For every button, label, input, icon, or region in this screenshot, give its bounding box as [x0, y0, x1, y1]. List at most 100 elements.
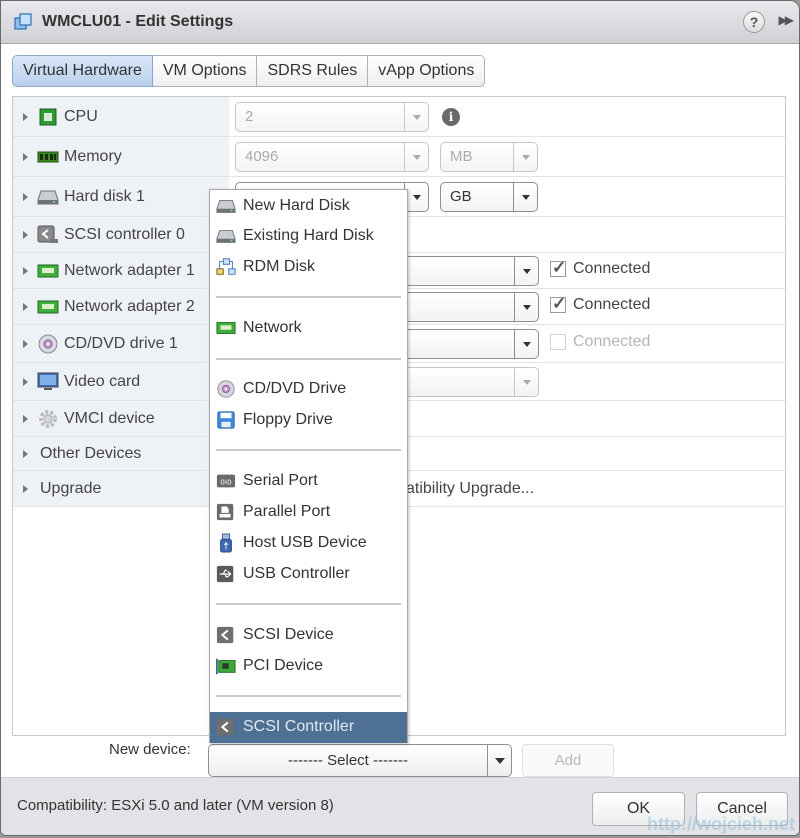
chevron-down-icon[interactable] [404, 143, 428, 171]
connected-label: Connected [573, 260, 651, 277]
dialog-title: WMCLU01 - Edit Settings [42, 13, 234, 30]
info-icon[interactable]: i [442, 108, 460, 126]
menu-item-existing-hard-disk[interactable]: Existing Hard Disk [210, 221, 407, 251]
hardware-row-memory: Memory 4096 MB [13, 137, 785, 177]
row-label[interactable]: Upgrade [13, 471, 229, 506]
expand-arrow-icon[interactable] [23, 449, 28, 458]
gear-icon [39, 409, 57, 428]
expand-arrow-icon[interactable] [23, 192, 28, 201]
scsi-icon [216, 718, 234, 736]
row-label[interactable]: Network adapter 1 [13, 253, 229, 288]
menu-item-parallel-port[interactable]: Parallel Port [210, 497, 407, 527]
hard-disk-unit-select[interactable]: GB [440, 182, 538, 212]
menu-item-network[interactable]: Network [210, 313, 407, 343]
chevron-down-icon[interactable] [514, 330, 538, 358]
watermark-text: http://wojcieh.net [647, 814, 795, 834]
row-label[interactable]: Other Devices [13, 437, 229, 470]
expand-arrow-icon[interactable] [23, 339, 28, 348]
chevron-down-icon[interactable] [513, 143, 537, 171]
menu-item-scsi-controller[interactable]: SCSI Controller [210, 712, 407, 743]
tab-sdrs-rules[interactable]: SDRS Rules [257, 55, 369, 87]
upgrade-label: Upgrade [40, 479, 102, 497]
row-label[interactable]: Hard disk 1 [13, 177, 229, 216]
menu-item-new-hard-disk[interactable]: New Hard Disk [210, 191, 407, 221]
menu-item-host-usb-device[interactable]: Host USB Device [210, 528, 407, 558]
network-2-connected-checkbox[interactable] [550, 294, 566, 314]
menu-item-pci-device[interactable]: PCI Device [210, 651, 407, 681]
menu-item-label: Floppy Drive [243, 411, 333, 428]
menu-item-label: SCSI Controller [243, 718, 355, 735]
cd-dvd-connected-checkbox[interactable] [550, 334, 566, 350]
network-1-connected-checkbox[interactable] [550, 258, 566, 278]
memory-label: Memory [64, 147, 122, 165]
expand-icon[interactable]: ▶▶ [779, 13, 795, 27]
video-card-label: Video card [64, 372, 141, 390]
menu-item-label: RDM Disk [243, 258, 315, 275]
tab-vm-options[interactable]: VM Options [152, 55, 258, 87]
row-label[interactable]: CD/DVD drive 1 [13, 325, 229, 362]
memory-unit: MB [450, 148, 473, 165]
expand-arrow-icon[interactable] [23, 112, 28, 121]
expand-arrow-icon[interactable] [23, 484, 28, 493]
row-label[interactable]: Network adapter 2 [13, 289, 229, 324]
chevron-down-icon[interactable] [514, 257, 538, 285]
chevron-down-icon[interactable] [404, 103, 428, 131]
menu-item-usb-controller[interactable]: USB Controller [210, 559, 407, 589]
row-label[interactable]: Memory [13, 137, 229, 176]
add-button[interactable]: Add [522, 744, 614, 777]
row-label[interactable]: SCSI controller 0 [13, 217, 229, 252]
expand-arrow-icon[interactable] [23, 377, 28, 386]
menu-item-cd-dvd-drive[interactable]: CD/DVD Drive [210, 374, 407, 404]
network-adapter-icon [37, 300, 59, 313]
cd-dvd-icon [217, 380, 235, 398]
help-icon[interactable]: ? [743, 11, 765, 33]
menu-item-label: CD/DVD Drive [243, 380, 347, 397]
edit-settings-dialog: WMCLU01 - Edit Settings ? ▶▶ Virtual Har… [0, 0, 800, 836]
memory-unit-select[interactable]: MB [440, 142, 538, 172]
tab-vapp-options[interactable]: vApp Options [368, 55, 486, 87]
expand-arrow-icon[interactable] [23, 302, 28, 311]
new-device-select[interactable]: ------- Select ------- [208, 744, 512, 777]
hard-disk-icon [37, 190, 59, 204]
menu-item-label: Existing Hard Disk [243, 227, 374, 244]
tab-virtual-hardware[interactable]: Virtual Hardware [12, 55, 153, 87]
svg-text:0I0: 0I0 [220, 478, 232, 487]
row-label[interactable]: Video card [13, 363, 229, 400]
network-adapter-2-label: Network adapter 2 [64, 297, 195, 315]
chevron-down-icon[interactable] [513, 183, 537, 211]
cpu-count-select[interactable]: 2 [235, 102, 429, 132]
menu-item-label: SCSI Device [243, 626, 334, 643]
title-bar: WMCLU01 - Edit Settings ? ▶▶ [1, 1, 799, 44]
cd-dvd-label: CD/DVD drive 1 [64, 334, 178, 352]
row-label[interactable]: VMCI device [13, 401, 229, 436]
menu-item-label: New Hard Disk [243, 197, 350, 214]
scsi-controller-label: SCSI controller 0 [64, 225, 185, 243]
cpu-value: 2 [245, 108, 254, 125]
serial-port-icon: 0I0 [216, 474, 236, 488]
expand-arrow-icon[interactable] [23, 414, 28, 423]
chevron-down-icon[interactable] [514, 293, 538, 321]
menu-item-rdm-disk[interactable]: RDM Disk [210, 252, 407, 282]
expand-arrow-icon[interactable] [23, 230, 28, 239]
menu-item-serial-port[interactable]: 0I0 Serial Port [210, 466, 407, 496]
expand-arrow-icon[interactable] [23, 266, 28, 275]
row-label[interactable]: CPU [13, 97, 229, 136]
upgrade-value-text[interactable]: atibility Upgrade... [406, 480, 534, 498]
chevron-down-icon[interactable] [514, 368, 538, 396]
expand-arrow-icon[interactable] [23, 152, 28, 161]
network-adapter-icon [37, 264, 59, 277]
connected-label: Connected [573, 296, 651, 313]
menu-item-floppy-drive[interactable]: Floppy Drive [210, 405, 407, 435]
hardware-row-cpu: CPU 2 i [13, 97, 785, 137]
cpu-label: CPU [64, 107, 98, 125]
new-device-dropdown-menu: New Hard Disk Existing Hard Disk RDM Dis… [209, 189, 408, 743]
network-adapter-1-label: Network adapter 1 [64, 261, 195, 279]
scsi-controller-icon [37, 225, 58, 243]
menu-item-scsi-device[interactable]: SCSI Device [210, 620, 407, 650]
parallel-port-icon [216, 503, 234, 521]
usb-controller-icon [216, 565, 234, 583]
chevron-down-icon[interactable] [487, 745, 511, 776]
memory-size-input[interactable]: 4096 [235, 142, 429, 172]
menu-item-label: PCI Device [243, 657, 324, 674]
new-device-label: New device: [109, 741, 191, 758]
